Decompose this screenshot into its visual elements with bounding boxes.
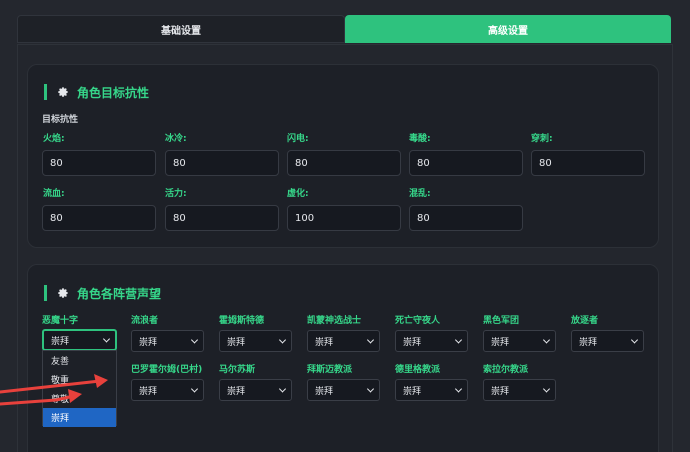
cold-label: 冰冷: [165, 134, 187, 144]
chevron-down-icon [542, 385, 551, 393]
faction-label-barrowholm: 巴罗霍尔姆(巴村) [131, 365, 203, 375]
chevron-down-icon [278, 385, 287, 393]
settings-tabs: 基础设置 高级设置 [17, 15, 671, 43]
faction-select-value: 崇拜 [139, 386, 158, 397]
gear-icon [58, 288, 68, 298]
acid-label: 毒酸: [409, 134, 431, 144]
lightning-label: 闪电: [287, 134, 309, 144]
faction-select-barrowholm[interactable]: 崇拜 [131, 379, 204, 401]
faction-label-outcast: 放逐者 [571, 316, 599, 326]
bleed-label: 流血: [43, 189, 65, 199]
chevron-down-icon [190, 385, 199, 393]
lightning-input[interactable]: 80 [287, 150, 401, 176]
fire-label: 火焰: [43, 134, 65, 144]
vitality-input[interactable]: 80 [165, 205, 279, 231]
ethereal-input[interactable]: 100 [287, 205, 401, 231]
faction-select-homestead[interactable]: 崇拜 [219, 330, 292, 352]
faction-label-death-vigil: 死亡守夜人 [395, 316, 441, 326]
tab-basic-settings[interactable]: 基础设置 [17, 15, 345, 43]
faction-select-outcast[interactable]: 崇拜 [571, 330, 644, 352]
target-resistance-subheading: 目标抗性 [42, 115, 79, 125]
chevron-down-icon [102, 335, 111, 343]
faction-select-malmouth[interactable]: 崇拜 [219, 379, 292, 401]
reputation-title-text: 角色各阵营声望 [77, 286, 162, 301]
chevron-down-icon [366, 336, 375, 344]
acid-input[interactable]: 80 [409, 150, 523, 176]
ethereal-label: 虚化: [287, 189, 309, 199]
chevron-down-icon [278, 336, 287, 344]
faction-select-cult-bysmiel[interactable]: 崇拜 [307, 379, 380, 401]
bleed-input[interactable]: 80 [42, 205, 156, 231]
faction-select-value: 崇拜 [51, 336, 70, 347]
faction-select-death-vigil[interactable]: 崇拜 [395, 330, 468, 352]
vitality-label: 活力: [165, 189, 187, 199]
reputation-card: 角色各阵营声望 [27, 264, 659, 452]
chevron-down-icon [454, 385, 463, 393]
chevron-down-icon [454, 336, 463, 344]
faction-label-black-legion: 黑色军团 [483, 316, 520, 326]
faction-select-value: 崇拜 [139, 337, 158, 348]
faction-select-value: 崇拜 [315, 386, 334, 397]
faction-select-devil-crossing[interactable]: 崇拜 [42, 329, 117, 351]
faction-label-homestead: 霍姆斯特德 [219, 316, 265, 326]
dropdown-option-honored[interactable]: 尊敬 [43, 389, 116, 408]
faction-select-value: 崇拜 [491, 337, 510, 348]
resistance-title-text: 角色目标抗性 [77, 85, 150, 100]
reputation-section-title: 角色各阵营声望 [44, 285, 161, 301]
pierce-label: 穿刺: [531, 134, 553, 144]
faction-select-cult-dreeg[interactable]: 崇拜 [395, 379, 468, 401]
resistance-section-title: 角色目标抗性 [44, 84, 149, 100]
chevron-down-icon [630, 336, 639, 344]
faction-label-cult-bysmiel: 拜斯迈教派 [307, 365, 353, 375]
faction-label-cult-solael: 索拉尔教派 [483, 365, 529, 375]
faction-select-value: 崇拜 [403, 337, 422, 348]
faction-select-rovers[interactable]: 崇拜 [131, 330, 204, 352]
tab-advanced-settings[interactable]: 高级设置 [345, 15, 671, 43]
chevron-down-icon [542, 336, 551, 344]
reputation-dropdown-menu: 友善 敬重 尊敬 崇拜 [42, 350, 117, 427]
faction-select-value: 崇拜 [403, 386, 422, 397]
faction-select-value: 崇拜 [227, 386, 246, 397]
faction-select-value: 崇拜 [315, 337, 334, 348]
pierce-input[interactable]: 80 [531, 150, 645, 176]
cold-input[interactable]: 80 [165, 150, 279, 176]
chevron-down-icon [190, 336, 199, 344]
chevron-down-icon [366, 385, 375, 393]
faction-label-kymon-chosen: 凯蒙神选战士 [307, 316, 362, 326]
faction-label-cult-dreeg: 德里格教派 [395, 365, 441, 375]
chaos-input[interactable]: 80 [409, 205, 523, 231]
faction-label-malmouth: 马尔苏斯 [219, 365, 256, 375]
gear-icon [58, 87, 68, 97]
faction-select-value: 崇拜 [579, 337, 598, 348]
faction-label-devil-crossing: 恶魔十字 [42, 316, 79, 326]
dropdown-option-respected[interactable]: 敬重 [43, 370, 116, 389]
faction-select-cult-solael[interactable]: 崇拜 [483, 379, 556, 401]
faction-label-rovers: 流浪者 [131, 316, 159, 326]
faction-select-value: 崇拜 [491, 386, 510, 397]
chaos-label: 混乱: [409, 189, 431, 199]
faction-select-kymon-chosen[interactable]: 崇拜 [307, 330, 380, 352]
faction-select-black-legion[interactable]: 崇拜 [483, 330, 556, 352]
faction-select-value: 崇拜 [227, 337, 246, 348]
fire-input[interactable]: 80 [42, 150, 156, 176]
dropdown-option-friendly[interactable]: 友善 [43, 351, 116, 370]
dropdown-option-revered[interactable]: 崇拜 [43, 408, 116, 427]
